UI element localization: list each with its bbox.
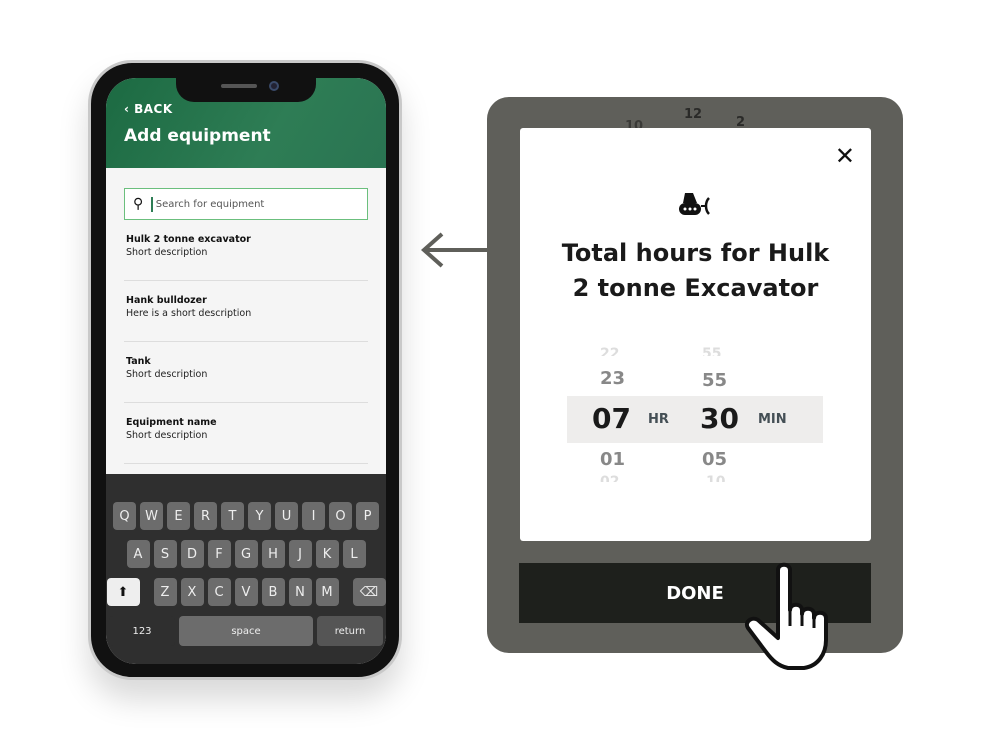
keyboard: QWERTYUIOP ASDFGHJKL ⬆ Z X C V B N M ⌫ 123 space…	[106, 474, 386, 664]
item-description: Short description	[126, 369, 208, 380]
back-button[interactable]: ‹ BACK	[124, 102, 368, 116]
key[interactable]: V	[234, 578, 258, 606]
item-name: Hulk 2 tonne excavator	[126, 234, 251, 245]
space-key[interactable]: space	[179, 616, 313, 646]
equipment-list: Hulk 2 tonne excavator Short description …	[106, 220, 386, 464]
text-caret	[151, 196, 153, 212]
key[interactable]: P	[356, 502, 379, 530]
modal-title: Total hours for Hulk 2 tonne Excavator	[520, 236, 871, 306]
key[interactable]: K	[315, 540, 339, 568]
item-name: Equipment name	[126, 417, 217, 428]
hour-option[interactable]: 23	[600, 368, 625, 389]
key[interactable]: J	[288, 540, 312, 568]
title-line: 2 tonne Excavator	[572, 274, 819, 302]
key[interactable]: B	[261, 578, 285, 606]
chevron-left-icon: ‹	[124, 102, 135, 116]
phone-mockup: ‹ BACK Add equipment ⚲ Search for equipm…	[88, 60, 402, 680]
bulldozer-icon	[679, 193, 710, 215]
return-key[interactable]: return	[317, 616, 383, 646]
speaker	[221, 84, 257, 88]
list-item[interactable]: Equipment name Short description	[124, 403, 368, 464]
key[interactable]: T	[221, 502, 244, 530]
key[interactable]: A	[126, 540, 150, 568]
arrow-left-icon	[420, 232, 488, 268]
close-icon[interactable]: ✕	[835, 142, 855, 170]
phone-screen: ‹ BACK Add equipment ⚲ Search for equipm…	[106, 78, 386, 664]
pointer-hand-icon	[745, 562, 828, 670]
numbers-key[interactable]: 123	[109, 616, 175, 646]
item-description: Short description	[126, 430, 208, 441]
notch	[176, 78, 316, 102]
key[interactable]: N	[288, 578, 312, 606]
key[interactable]: H	[261, 540, 285, 568]
key[interactable]: Y	[248, 502, 271, 530]
key[interactable]: C	[207, 578, 231, 606]
title-line: Total hours for Hulk	[561, 239, 830, 267]
key[interactable]: S	[153, 540, 177, 568]
key[interactable]: I	[302, 502, 325, 530]
minute-unit: MIN	[758, 412, 787, 427]
item-name: Tank	[126, 356, 151, 367]
key[interactable]: F	[207, 540, 231, 568]
minute-option[interactable]: 10	[706, 474, 725, 482]
key[interactable]: W	[140, 502, 163, 530]
key[interactable]: X	[180, 578, 204, 606]
list-item[interactable]: Hank bulldozer Here is a short descriptio…	[124, 281, 368, 342]
hour-option[interactable]: 01	[600, 449, 625, 470]
key[interactable]: M	[315, 578, 339, 606]
search-icon: ⚲	[133, 196, 144, 212]
key[interactable]: Q	[113, 502, 136, 530]
key[interactable]: O	[329, 502, 352, 530]
camera	[269, 81, 279, 91]
shift-key-icon[interactable]: ⬆	[106, 578, 140, 606]
back-label: BACK	[134, 102, 173, 116]
key[interactable]: E	[167, 502, 190, 530]
minute-option[interactable]: 55	[702, 370, 727, 391]
minute-option[interactable]: 55	[702, 346, 721, 356]
page-title: Add equipment	[124, 126, 271, 146]
hour-unit: HR	[648, 412, 669, 427]
item-description: Short description	[126, 247, 208, 258]
item-description: Here is a short description	[126, 308, 252, 319]
key[interactable]: Z	[153, 578, 177, 606]
key[interactable]: L	[342, 540, 366, 568]
search-input[interactable]: ⚲ Search for equipment	[124, 188, 368, 220]
item-name: Hank bulldozer	[126, 295, 207, 306]
minute-option[interactable]: 05	[702, 449, 727, 470]
search-placeholder: Search for equipment	[155, 198, 265, 210]
hour-option[interactable]: 22	[600, 346, 619, 356]
key[interactable]: U	[275, 502, 298, 530]
key[interactable]: R	[194, 502, 217, 530]
list-item[interactable]: Hulk 2 tonne excavator Short description	[124, 220, 368, 281]
hour-selected[interactable]: 07	[592, 402, 631, 435]
hours-modal: ✕ Total hours for Hulk 2 tonne Excavator …	[520, 128, 871, 541]
key[interactable]: D	[180, 540, 204, 568]
list-item[interactable]: Tank Short description	[124, 342, 368, 403]
minute-selected[interactable]: 30	[700, 402, 739, 435]
clock-label: 12	[684, 107, 703, 122]
key[interactable]: G	[234, 540, 258, 568]
backspace-key-icon[interactable]: ⌫	[352, 578, 386, 606]
hour-option[interactable]: 02	[600, 474, 619, 482]
